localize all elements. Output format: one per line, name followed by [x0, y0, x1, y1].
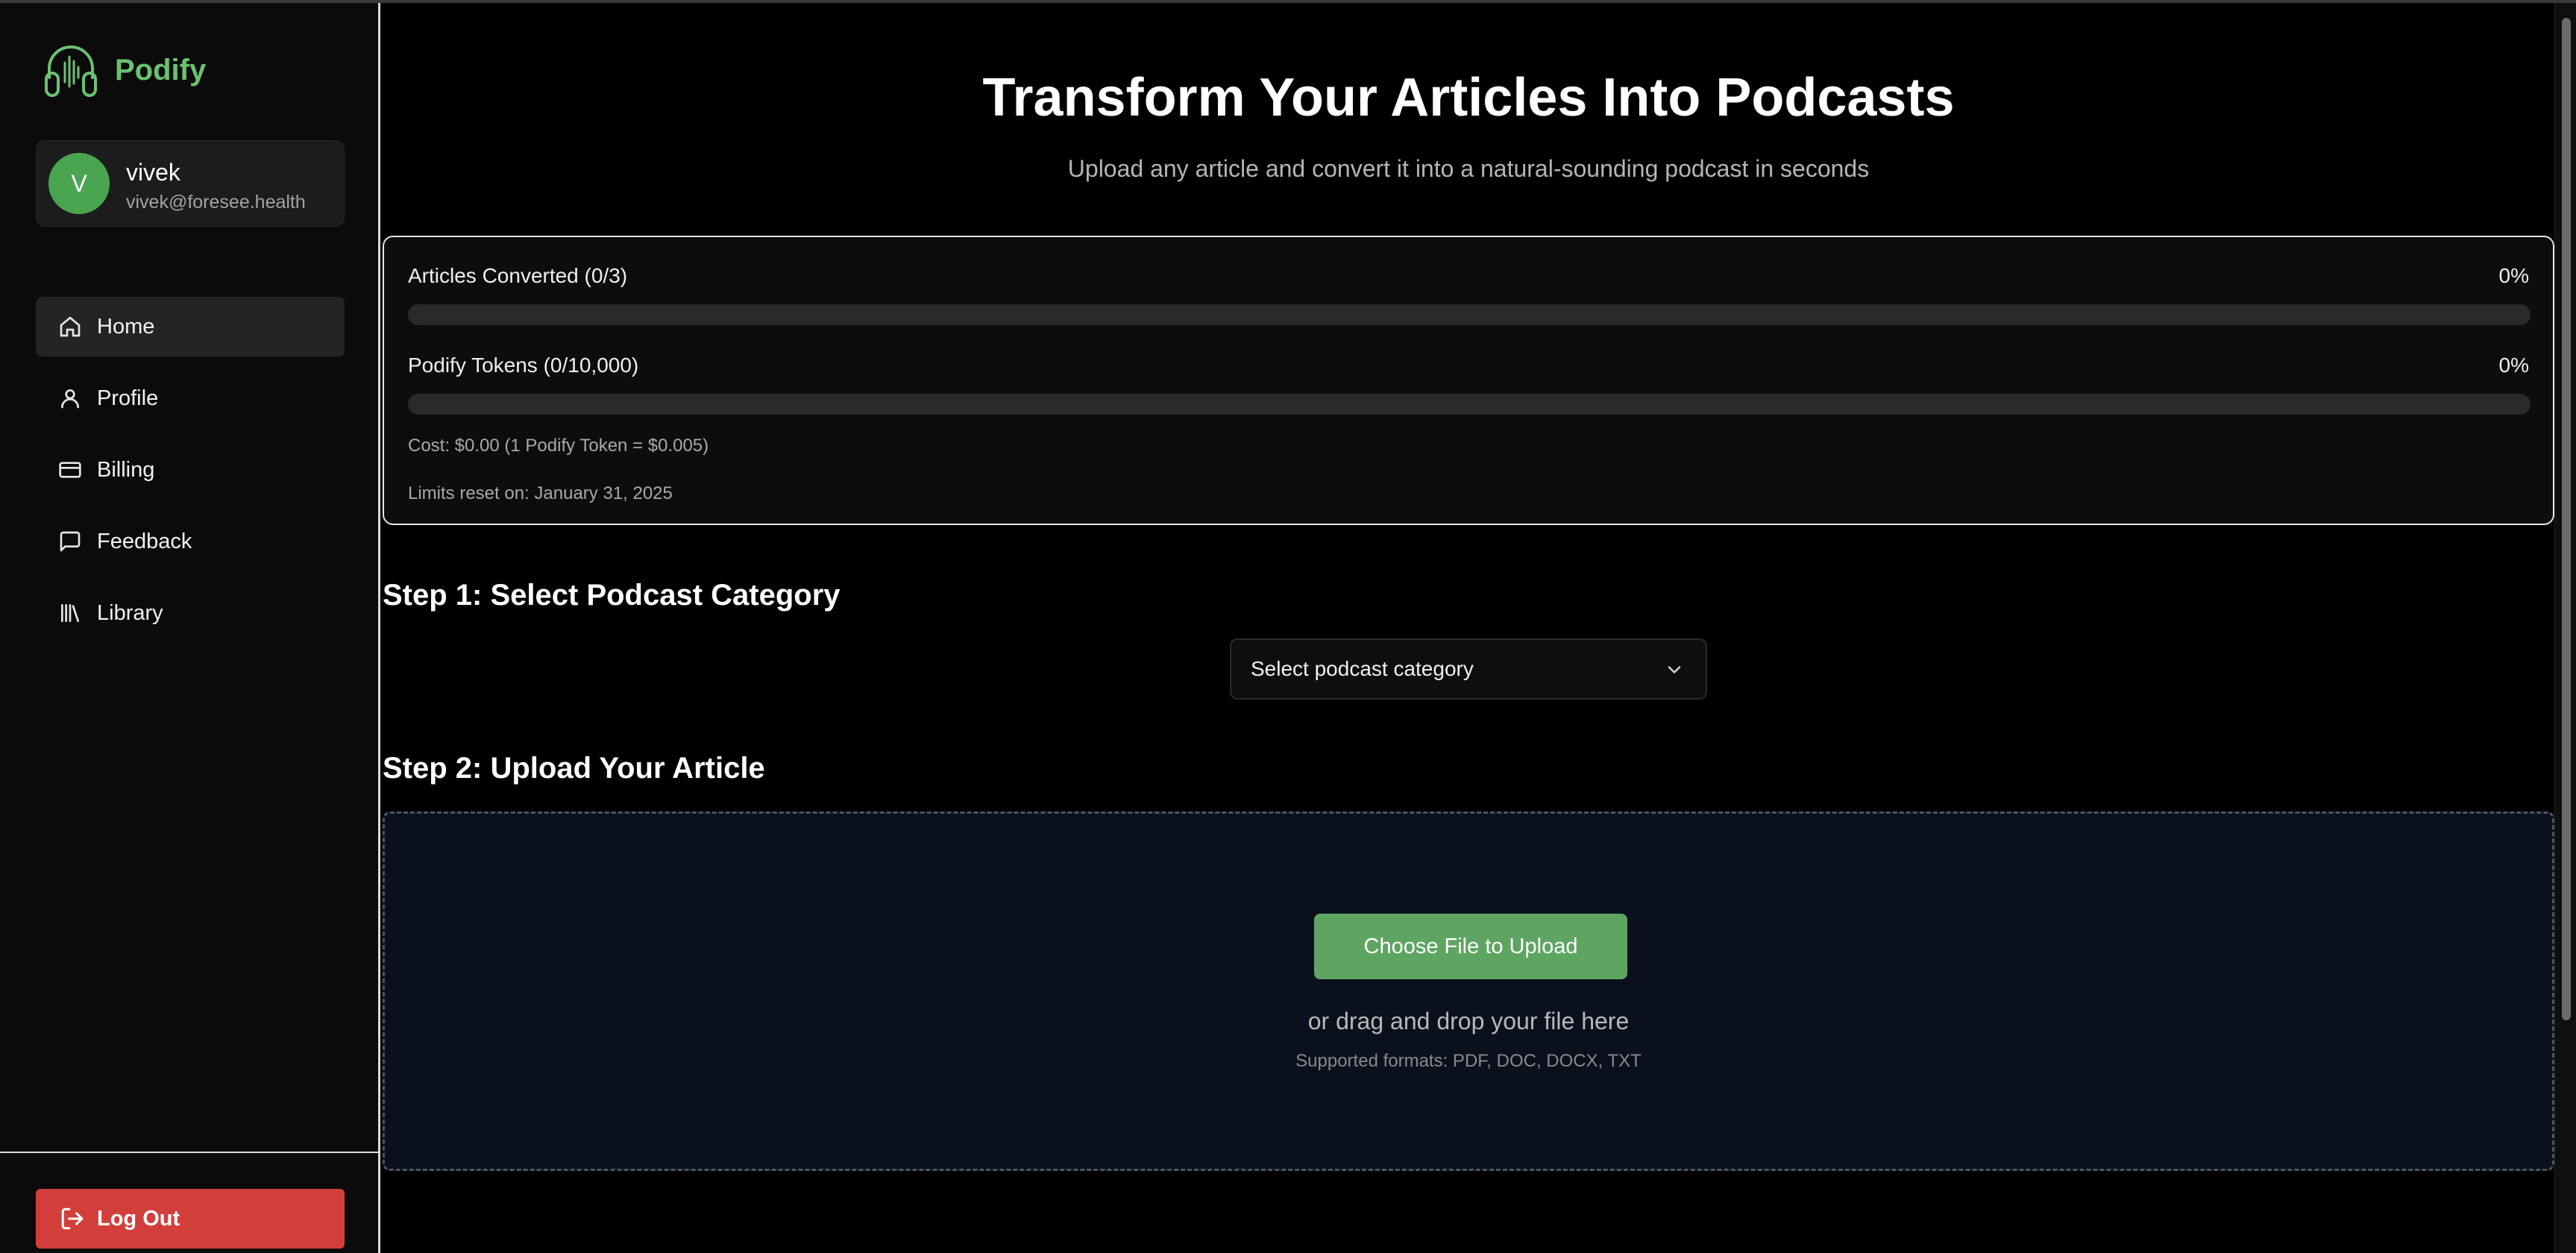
sidebar-item-profile[interactable]: Profile [36, 368, 345, 428]
page-title: Transform Your Articles Into Podcasts [982, 68, 1955, 128]
reset-note: Limits reset on: January 31, 2025 [408, 483, 673, 503]
logout-button[interactable]: Log Out [36, 1189, 345, 1249]
page-subtitle: Upload any article and convert it into a… [1067, 155, 1870, 182]
step1-title: Step 1: Select Podcast Category [383, 579, 841, 612]
user-email: vivek@foresee.health [126, 192, 306, 213]
sidebar-item-label: Library [97, 600, 163, 625]
sidebar: Podify V vivek vivek@foresee.health Home… [0, 3, 380, 1253]
vertical-scrollbar[interactable] [2554, 3, 2576, 1253]
message-square-icon [60, 531, 81, 552]
articles-converted-percent: 0% [2498, 264, 2529, 287]
step2-title: Step 2: Upload Your Article [383, 752, 765, 785]
user-name: vivek [126, 159, 180, 186]
avatar: V [48, 153, 110, 214]
headphones-logo-icon [45, 45, 97, 97]
podcast-category-select[interactable]: Select podcast category [1230, 638, 1707, 700]
sidebar-item-feedback[interactable]: Feedback [36, 512, 345, 571]
sidebar-item-home[interactable]: Home [36, 297, 345, 357]
drag-drop-text: or drag and drop your file here [1307, 1008, 1630, 1034]
articles-converted-label: Articles Converted (0/3) [408, 264, 628, 287]
tokens-percent: 0% [2498, 354, 2529, 377]
sidebar-item-billing[interactable]: Billing [36, 440, 345, 500]
brand[interactable]: Podify [43, 40, 206, 100]
sidebar-item-label: Profile [97, 386, 159, 410]
logout-label: Log Out [97, 1206, 180, 1231]
sidebar-item-label: Billing [97, 457, 155, 482]
scrollbar-thumb[interactable] [2562, 18, 2571, 1020]
sidebar-item-library[interactable]: Library [36, 583, 345, 643]
main-content: Transform Your Articles Into Podcasts Up… [383, 3, 2554, 1253]
choose-file-button[interactable]: Choose File to Upload [1314, 914, 1627, 979]
home-icon [60, 316, 81, 337]
chevron-down-icon [1668, 666, 1681, 673]
tokens-progress-track [408, 394, 2531, 415]
sidebar-item-label: Feedback [97, 529, 192, 553]
usage-panel: Articles Converted (0/3) 0% Podify Token… [383, 236, 2554, 525]
sidebar-divider [0, 1152, 378, 1153]
log-out-icon [61, 1208, 84, 1230]
user-card[interactable]: V vivek vivek@foresee.health [36, 140, 345, 227]
articles-progress-track [408, 304, 2531, 325]
library-icon [61, 604, 79, 622]
credit-card-icon [59, 462, 81, 478]
sidebar-item-label: Home [97, 314, 155, 339]
cost-note: Cost: $0.00 (1 Podify Token = $0.005) [408, 436, 709, 456]
tokens-label: Podify Tokens (0/10,000) [408, 354, 639, 377]
sidebar-nav: Home Profile Billing Feedback Library [36, 297, 345, 655]
brand-name: Podify [115, 53, 207, 87]
user-icon [61, 389, 79, 409]
file-dropzone[interactable]: Choose File to Upload or drag and drop y… [383, 811, 2554, 1171]
select-value: Select podcast category [1251, 657, 1474, 680]
supported-formats: Supported formats: PDF, DOC, DOCX, TXT [1295, 1051, 1642, 1071]
